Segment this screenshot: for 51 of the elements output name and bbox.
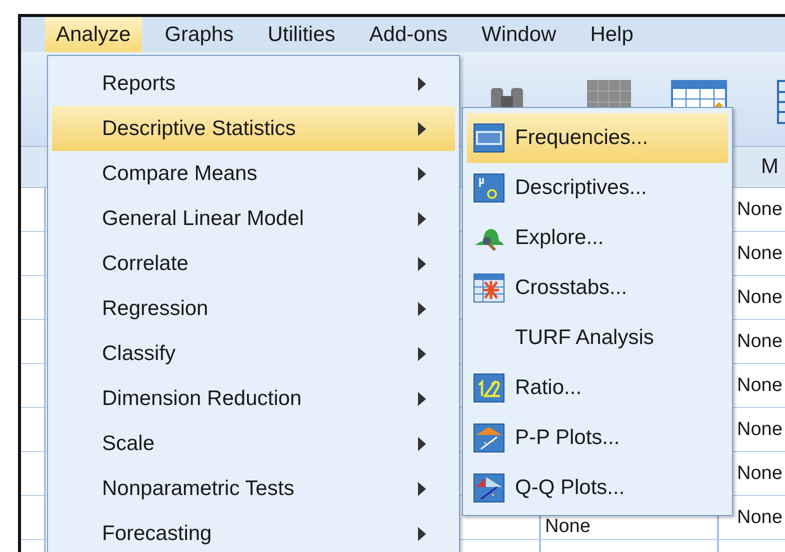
table-cell: None [737,242,782,264]
menu-item[interactable]: Frequencies... [467,113,728,163]
menu-item[interactable]: Q-Q Plots... [467,463,728,513]
submenu-arrow-icon [417,120,427,136]
menu-item[interactable]: Regression [52,286,455,331]
mu-sigma-icon [473,173,505,203]
menu-item[interactable]: Utilities [256,17,346,52]
table-cell: None [545,516,590,538]
menu-item[interactable]: Analyze [45,17,142,52]
submenu-arrow-icon [417,256,427,272]
menu-item[interactable]: Window [470,17,568,52]
menu-item[interactable]: Graphs [154,17,245,52]
menu-item[interactable]: General Linear Model [52,196,455,241]
menu-item[interactable]: Dimension Reduction [52,376,455,421]
menu-item[interactable]: Descriptive Statistics [52,106,455,151]
submenu-arrow-icon [417,210,427,226]
table-cell: None [737,330,782,352]
menu-item[interactable]: Scale [52,421,455,466]
table-cell: None [737,198,782,220]
submenu-arrow-icon [417,300,427,316]
menu-item[interactable]: P-P Plots... [467,413,728,463]
menu-item[interactable]: Crosstabs... [467,263,728,313]
menu-item[interactable]: Correlate [52,241,455,286]
menu-item[interactable]: Nonparametric Tests [52,466,455,511]
menu-item[interactable]: Add-ons [358,17,458,52]
menu-item[interactable]: Forecasting [52,511,455,552]
submenu-arrow-icon [417,526,427,542]
plot-icon [473,423,505,453]
menu-item[interactable]: Classify [52,331,455,376]
submenu-arrow-icon [417,436,427,452]
submenu-arrow-icon [417,76,427,92]
submenu-arrow-icon [417,480,427,496]
menu-item[interactable]: Descriptives... [467,163,728,213]
crosstab-grid-icon [473,273,505,303]
table-cell: None [737,506,782,528]
table-cell: None [737,374,782,396]
plot-icon [473,473,505,503]
submenu-arrow-icon [417,346,427,362]
submenu-arrow-icon [417,166,427,182]
table-cell: None [737,462,782,484]
table-cell: None [737,418,782,440]
column-header[interactable]: M [761,155,778,179]
menu-item[interactable]: Reports [52,61,455,106]
menu-item[interactable]: Explore... [467,213,728,263]
submenu-arrow-icon [417,390,427,406]
table-cell: None [737,286,782,308]
menu-item[interactable]: Help [579,17,644,52]
fraction-icon [473,373,505,403]
menu-item[interactable]: Compare Means [52,151,455,196]
menu-item[interactable]: TURF Analysis [467,313,728,363]
menu-item[interactable]: Ratio... [467,363,728,413]
